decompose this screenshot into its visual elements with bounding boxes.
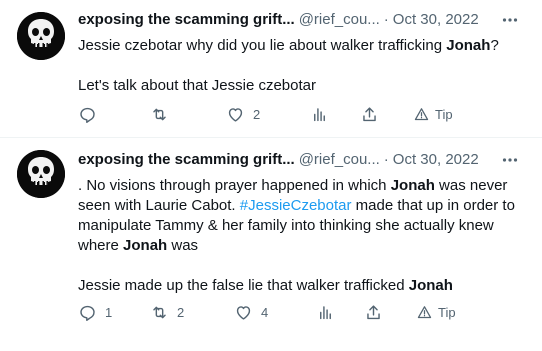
share-icon — [367, 304, 380, 319]
tweet-date[interactable]: Oct 30, 2022 — [393, 10, 479, 30]
like-button[interactable]: 4 — [234, 295, 268, 329]
reply-icon — [80, 305, 95, 321]
share-icon — [363, 106, 376, 121]
more-icon — [502, 158, 518, 162]
retweet-button[interactable]: 2 — [150, 295, 184, 329]
reply-button[interactable]: 1 — [78, 295, 112, 329]
reply-button[interactable] — [78, 97, 105, 131]
retweet-icon — [153, 108, 166, 120]
separator-dot: · — [383, 151, 389, 168]
views-icon — [314, 107, 325, 121]
tip-button[interactable]: Tip — [416, 295, 456, 329]
more-options-button[interactable] — [500, 10, 520, 30]
hashtag-link[interactable]: #JessieCzebotar — [240, 197, 352, 214]
like-icon — [228, 107, 243, 122]
like-icon — [236, 305, 251, 320]
bold-text: Jonah — [390, 177, 435, 194]
text-segment: was — [167, 237, 199, 254]
punisher-skull-avatar-icon — [17, 12, 65, 60]
avatar[interactable] — [17, 150, 65, 198]
tweet-date[interactable]: Oct 30, 2022 — [393, 150, 479, 170]
display-name[interactable]: exposing the scamming grift... — [78, 150, 295, 170]
tip-icon — [417, 305, 432, 318]
text-segment: Let's talk about that Jessie czebotar — [78, 77, 317, 94]
text-segment: . No visions through prayer happened in … — [78, 177, 391, 194]
tip-icon — [414, 107, 429, 120]
more-icon — [502, 18, 518, 22]
tip-label: Tip — [435, 106, 453, 122]
avatar[interactable] — [17, 12, 65, 60]
reply-icon — [80, 107, 95, 123]
text-segment: Jessie czebotar why did you lie about wa… — [78, 37, 447, 54]
display-name[interactable]: exposing the scamming grift... — [78, 10, 295, 30]
more-options-button[interactable] — [500, 150, 520, 170]
punisher-skull-avatar-icon — [17, 150, 65, 198]
tweet-text: . No visions through prayer happened in … — [78, 176, 528, 296]
retweet-count: 2 — [177, 304, 185, 320]
user-handle[interactable]: @rief_cou... — [299, 150, 380, 170]
reply-count: 1 — [105, 304, 113, 320]
bold-text: Jonah — [123, 237, 168, 254]
separator-dot: · — [383, 11, 389, 28]
tweet-actions: 2 Tip — [70, 97, 510, 131]
like-count: 2 — [253, 106, 261, 122]
tweet-header: exposing the scamming grift... @rief_cou… — [78, 10, 479, 30]
views-button[interactable] — [310, 97, 329, 131]
views-button[interactable] — [316, 295, 335, 329]
bold-text: Jonah — [446, 37, 491, 54]
like-button[interactable]: 2 — [226, 97, 260, 131]
tip-label: Tip — [438, 304, 456, 320]
tweet-text: Jessie czebotar why did you lie about wa… — [78, 36, 528, 96]
tweet[interactable]: exposing the scamming grift... @rief_cou… — [0, 138, 542, 351]
share-button[interactable] — [364, 295, 383, 329]
text-segment: ? — [490, 37, 499, 54]
user-handle[interactable]: @rief_cou... — [299, 10, 380, 30]
tip-button[interactable]: Tip — [413, 97, 453, 131]
like-count: 4 — [261, 304, 269, 320]
text-segment: Jessie made up the false lie that walker… — [78, 277, 409, 294]
tweet-header: exposing the scamming grift... @rief_cou… — [78, 150, 479, 170]
share-button[interactable] — [360, 97, 379, 131]
views-icon — [320, 305, 331, 319]
retweet-icon — [153, 306, 166, 318]
bold-text: Jonah — [408, 277, 453, 294]
retweet-button[interactable] — [150, 97, 177, 131]
tweet[interactable]: exposing the scamming grift... @rief_cou… — [0, 0, 542, 137]
tweet-actions: 1 2 4 Tip — [70, 295, 510, 329]
